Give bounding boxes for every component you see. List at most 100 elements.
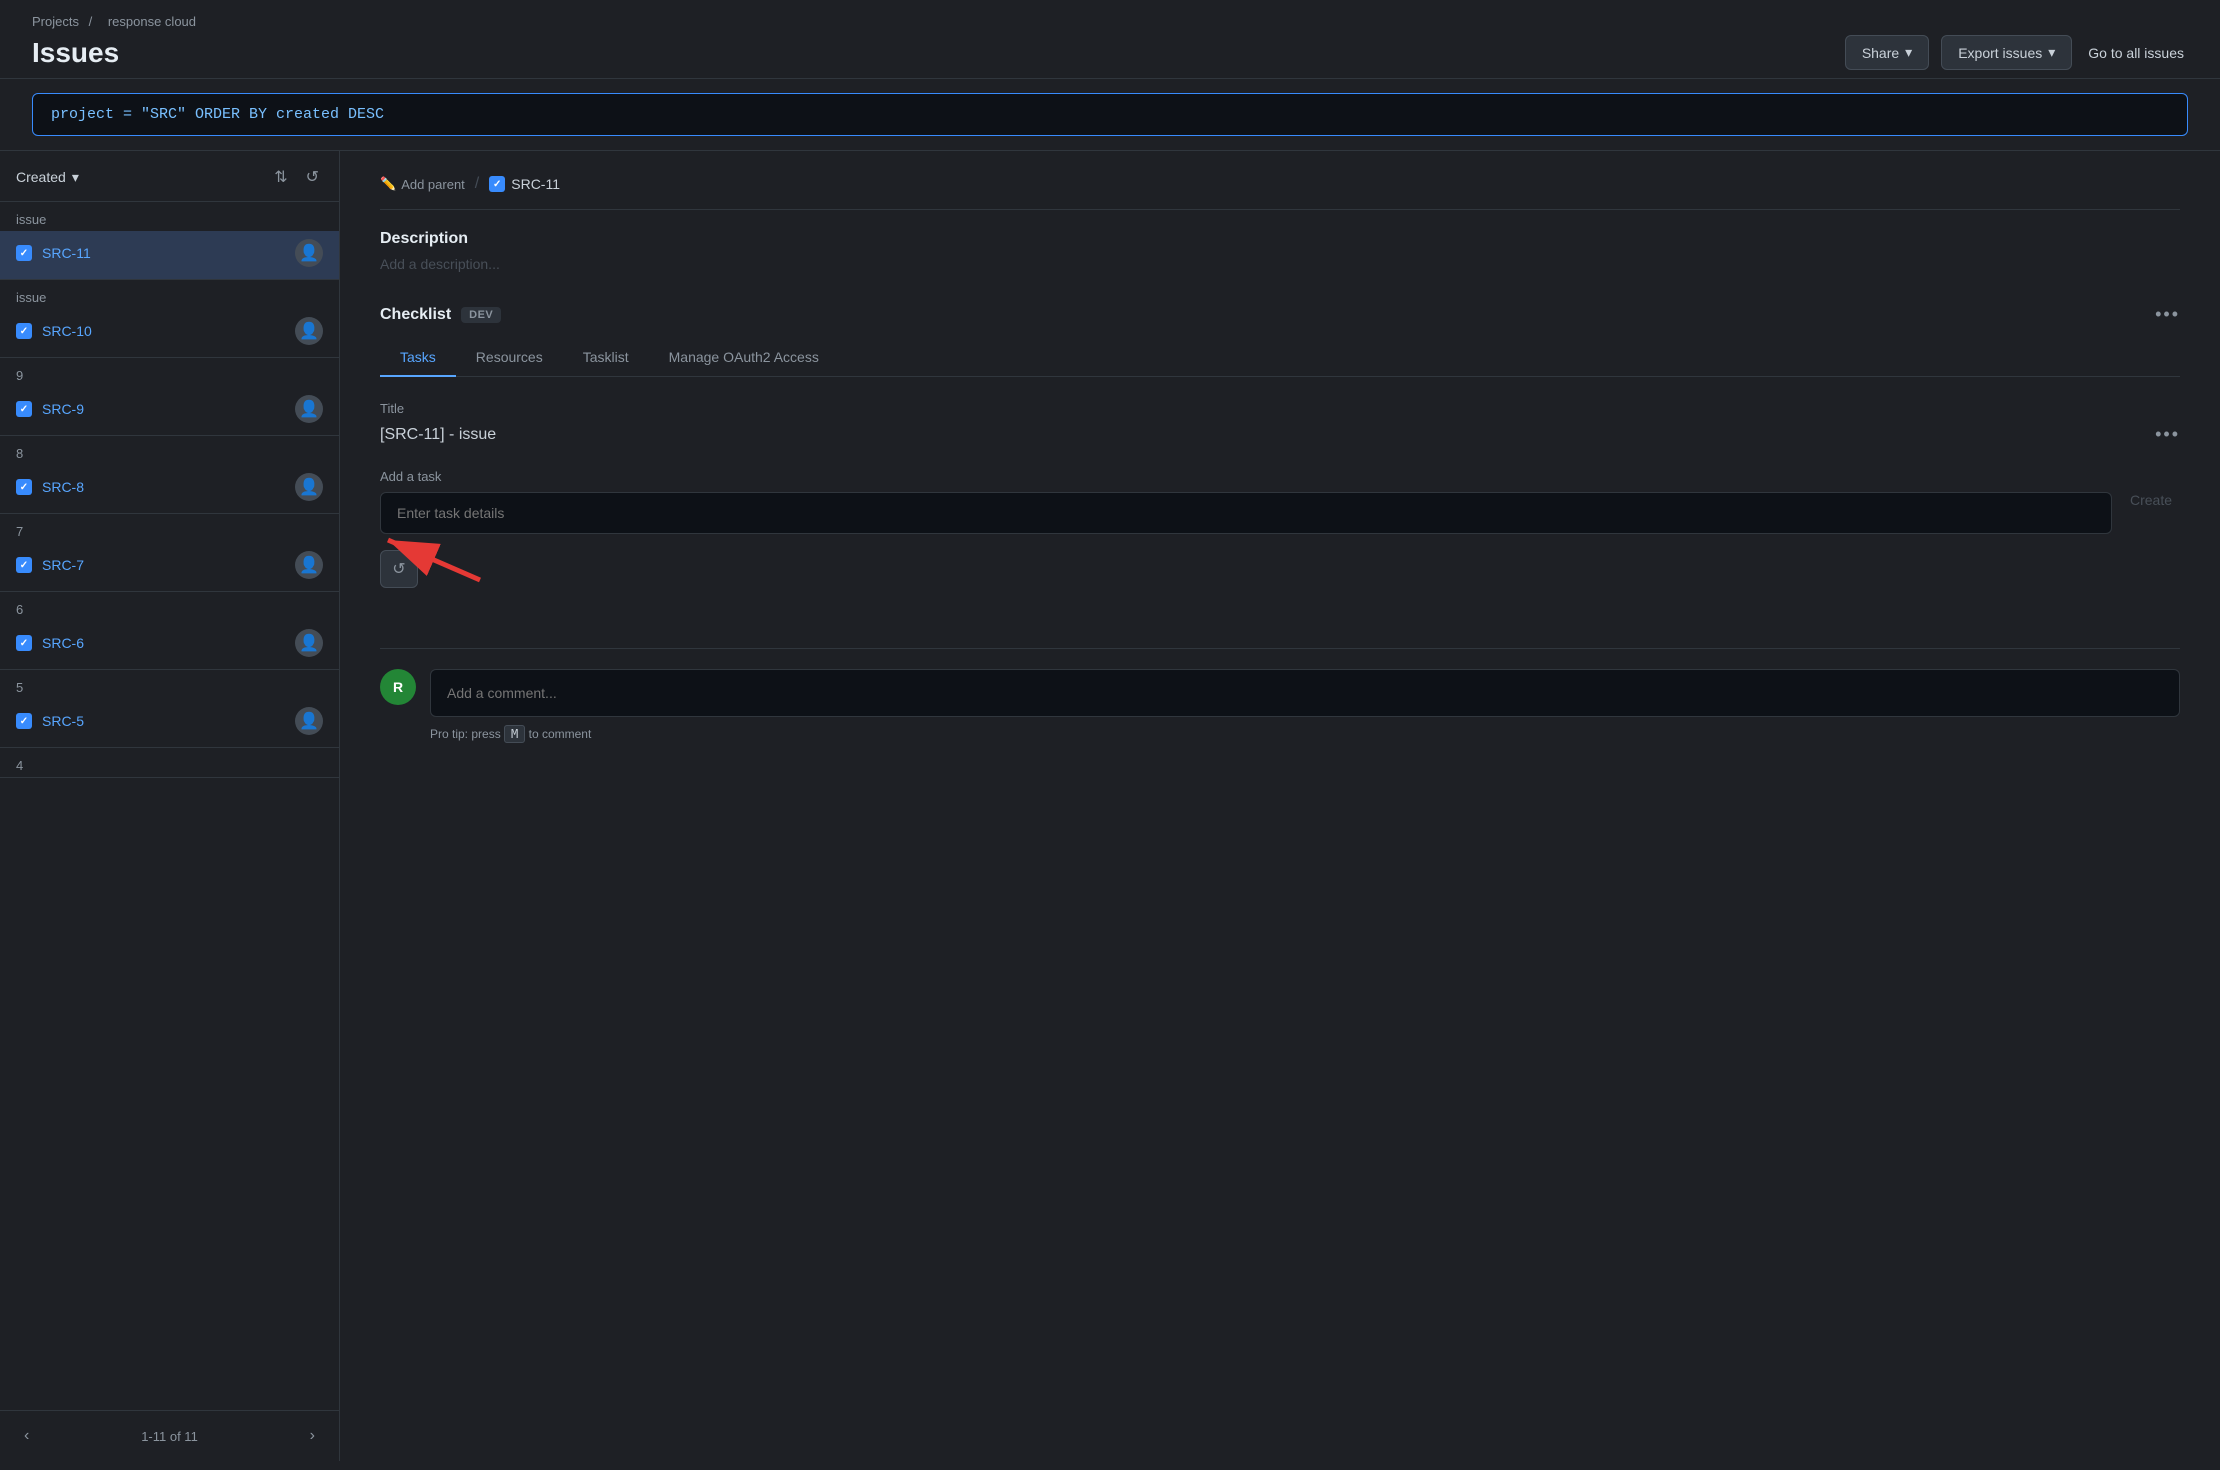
issue-item-left-src11: SRC-11 — [16, 245, 91, 261]
task-input[interactable] — [380, 492, 2112, 534]
issue-item-src7[interactable]: SRC-7 👤 — [0, 543, 339, 591]
checkbox-src5[interactable] — [16, 713, 32, 729]
pagination-range: 1-11 of 11 — [141, 1429, 198, 1444]
create-task-button[interactable]: Create — [2122, 492, 2180, 534]
issue-group-label-src4: 4 — [0, 748, 339, 777]
tab-resources[interactable]: Resources — [456, 339, 563, 377]
issue-header: ✏️ Add parent / SRC-11 — [380, 175, 2180, 210]
issue-group-label-src8: 8 — [0, 436, 339, 465]
goto-all-issues-button[interactable]: Go to all issues — [2084, 37, 2188, 69]
issue-ref-label: SRC-11 — [511, 176, 560, 192]
issue-item-src11[interactable]: SRC-11 👤 — [0, 231, 339, 279]
page-title-row: Issues Share ▾ Export issues ▾ Go to all… — [32, 35, 2188, 70]
checkbox-src7[interactable] — [16, 557, 32, 573]
checklist-title: Checklist — [380, 306, 451, 324]
comment-section: R — [380, 648, 2180, 717]
title-field-section: Title [SRC-11] - issue ••• — [380, 401, 2180, 445]
share-button[interactable]: Share ▾ — [1845, 35, 1929, 70]
sidebar-footer: ‹ 1-11 of 11 › — [0, 1410, 339, 1461]
comment-key: M — [504, 725, 525, 743]
sidebar-group-chevron-icon: ▾ — [72, 169, 79, 186]
refresh-icon: ↺ — [392, 559, 405, 579]
sidebar-sort-button[interactable]: ⇅ — [270, 165, 291, 189]
issue-item-src9[interactable]: SRC-9 👤 — [0, 387, 339, 435]
pencil-icon: ✏️ — [380, 176, 396, 192]
query-input[interactable] — [32, 93, 2188, 136]
checkbox-src8[interactable] — [16, 479, 32, 495]
issue-item-left-src6: SRC-6 — [16, 635, 84, 651]
sidebar-group-selector[interactable]: Created ▾ — [16, 169, 79, 186]
checkbox-src9[interactable] — [16, 401, 32, 417]
pro-tip-text: Pro tip: press — [430, 727, 501, 741]
issue-group-label-src11: issue — [0, 202, 339, 231]
tab-tasks[interactable]: Tasks — [380, 339, 456, 377]
description-section: Description Add a description... — [380, 230, 2180, 272]
checkbox-src6[interactable] — [16, 635, 32, 651]
issue-item-src8[interactable]: SRC-8 👤 — [0, 465, 339, 513]
issue-group-label-src5: 5 — [0, 670, 339, 699]
checklist-title-group: Checklist DEV — [380, 306, 501, 324]
refresh-tasks-button[interactable]: ↺ — [380, 550, 418, 588]
tab-tasklist[interactable]: Tasklist — [563, 339, 649, 377]
avatar-src10: 👤 — [295, 317, 323, 345]
description-placeholder[interactable]: Add a description... — [380, 256, 2180, 272]
issue-group-src10: issue SRC-10 👤 — [0, 280, 339, 358]
field-title-row: [SRC-11] - issue ••• — [380, 424, 2180, 445]
comment-input[interactable] — [430, 669, 2180, 717]
main-layout: Created ▾ ⇅ ↺ issue SRC-11 👤 issue — [0, 151, 2220, 1461]
issue-key-src11: SRC-11 — [42, 245, 91, 261]
add-task-section: Add a task Create ↺ — [380, 469, 2180, 588]
add-task-row: Create — [380, 492, 2180, 534]
path-separator: / — [475, 175, 479, 193]
issue-ref-badge: SRC-11 — [489, 176, 560, 192]
issue-ref-checkbox[interactable] — [489, 176, 505, 192]
sidebar-header-icons: ⇅ ↺ — [270, 165, 323, 189]
query-bar — [0, 79, 2220, 151]
checkbox-src10[interactable] — [16, 323, 32, 339]
breadcrumb-project-name: response cloud — [108, 14, 196, 29]
issue-key-src10: SRC-10 — [42, 323, 92, 339]
issue-group-label-src9: 9 — [0, 358, 339, 387]
issue-key-src8: SRC-8 — [42, 479, 84, 495]
sidebar-refresh-button[interactable]: ↺ — [302, 165, 323, 189]
checklist-badge: DEV — [461, 307, 501, 323]
avatar-src6: 👤 — [295, 629, 323, 657]
issue-key-src9: SRC-9 — [42, 401, 84, 417]
avatar-src11: 👤 — [295, 239, 323, 267]
avatar-src7: 👤 — [295, 551, 323, 579]
issue-item-src5[interactable]: SRC-5 👤 — [0, 699, 339, 747]
issue-group-src11: issue SRC-11 👤 — [0, 202, 339, 280]
breadcrumb-separator: / — [89, 14, 93, 29]
issue-group-label-src7: 7 — [0, 514, 339, 543]
checklist-more-button[interactable]: ••• — [2155, 304, 2180, 325]
add-task-label: Add a task — [380, 469, 2180, 484]
comment-avatar: R — [380, 669, 416, 705]
add-parent-button[interactable]: ✏️ Add parent — [380, 176, 465, 192]
pro-tip: Pro tip: press M to comment — [430, 727, 2180, 741]
next-page-button[interactable]: › — [302, 1423, 323, 1449]
avatar-src9: 👤 — [295, 395, 323, 423]
issue-key-src7: SRC-7 — [42, 557, 84, 573]
issue-item-src6[interactable]: SRC-6 👤 — [0, 621, 339, 669]
checkbox-src11[interactable] — [16, 245, 32, 261]
issue-group-src8: 8 SRC-8 👤 — [0, 436, 339, 514]
tab-manage-oauth2[interactable]: Manage OAuth2 Access — [649, 339, 839, 377]
add-parent-label: Add parent — [401, 177, 465, 192]
prev-page-button[interactable]: ‹ — [16, 1423, 37, 1449]
issue-group-label-src10: issue — [0, 280, 339, 309]
pro-tip-suffix: to comment — [529, 727, 592, 741]
avatar-src5: 👤 — [295, 707, 323, 735]
issue-key-src5: SRC-5 — [42, 713, 84, 729]
page-title: Issues — [32, 37, 119, 69]
issue-group-src9: 9 SRC-9 👤 — [0, 358, 339, 436]
issue-group-src5: 5 SRC-5 👤 — [0, 670, 339, 748]
issue-item-src10[interactable]: SRC-10 👤 — [0, 309, 339, 357]
issue-item-left-src7: SRC-7 — [16, 557, 84, 573]
issue-group-src4: 4 — [0, 748, 339, 778]
title-more-button[interactable]: ••• — [2155, 424, 2180, 445]
breadcrumb-projects[interactable]: Projects — [32, 14, 79, 29]
issue-group-src7: 7 SRC-7 👤 — [0, 514, 339, 592]
export-issues-button[interactable]: Export issues ▾ — [1941, 35, 2072, 70]
description-title: Description — [380, 230, 2180, 248]
export-label: Export issues — [1958, 45, 2042, 61]
